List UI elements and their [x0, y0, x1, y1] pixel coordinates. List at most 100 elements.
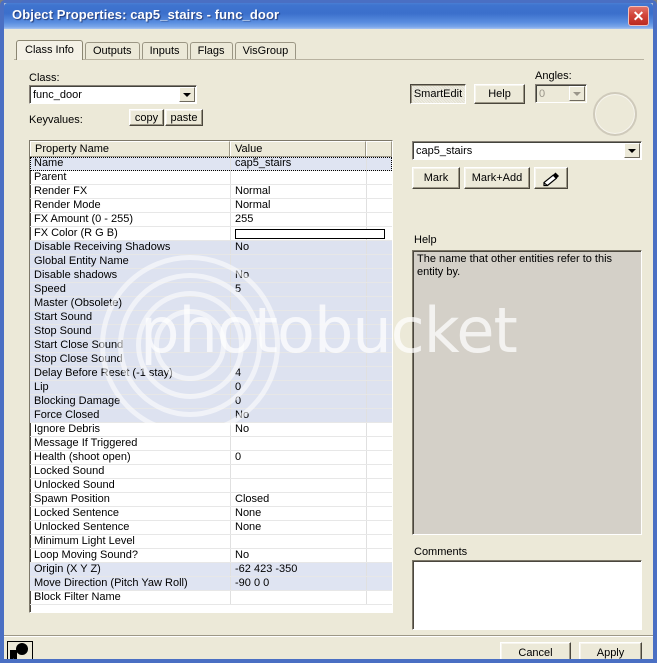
tab-visgroup[interactable]: VisGroup [234, 42, 297, 60]
column-divider [366, 283, 367, 296]
table-row[interactable]: Stop Sound [30, 325, 392, 339]
column-header-extra[interactable] [366, 141, 392, 156]
column-divider [230, 311, 231, 324]
column-divider [230, 577, 231, 590]
tab-underline [14, 59, 644, 60]
column-divider [230, 297, 231, 310]
table-row[interactable]: Render FX Normal [30, 185, 392, 199]
column-divider [366, 367, 367, 380]
property-grid-header: Property Name Value [30, 141, 392, 157]
table-row[interactable]: Message If Triggered [30, 437, 392, 451]
table-row[interactable]: Unlocked Sound [30, 479, 392, 493]
column-divider [366, 255, 367, 268]
smartedit-button[interactable]: SmartEdit [410, 84, 466, 104]
table-row[interactable]: Start Close Sound [30, 339, 392, 353]
angles-combo[interactable]: 0 [535, 84, 587, 103]
keyvalues-label: Keyvalues: [29, 114, 83, 126]
property-value-cell: 5 [235, 283, 242, 295]
table-row[interactable]: FX Amount (0 - 255) 255 [30, 213, 392, 227]
resize-grip-icon[interactable] [7, 641, 33, 659]
property-name-cell: Stop Sound [34, 325, 92, 337]
property-name-cell: Block Filter Name [34, 591, 121, 603]
table-row[interactable]: Delay Before Reset (-1 stay) 4 [30, 367, 392, 381]
mark-add-button[interactable]: Mark+Add [464, 167, 530, 189]
column-divider [366, 577, 367, 590]
table-row[interactable]: FX Color (R G B) [30, 227, 392, 241]
table-row[interactable]: Force Closed No [30, 409, 392, 423]
mark-button[interactable]: Mark [412, 167, 460, 189]
table-row[interactable]: Ignore Debris No [30, 423, 392, 437]
column-header-value[interactable]: Value [230, 141, 366, 156]
table-row[interactable]: Name cap5_stairs [30, 157, 392, 171]
table-row[interactable]: Minimum Light Level [30, 535, 392, 549]
column-divider [366, 171, 367, 184]
angle-dial[interactable] [593, 92, 637, 136]
apply-button[interactable]: Apply [579, 642, 642, 659]
column-divider [366, 451, 367, 464]
table-row[interactable]: Unlocked Sentence None [30, 521, 392, 535]
chevron-down-icon[interactable] [569, 86, 585, 101]
column-divider [230, 409, 231, 422]
tab-outputs[interactable]: Outputs [84, 42, 140, 60]
column-divider [230, 199, 231, 212]
property-name-cell: Start Close Sound [34, 339, 124, 351]
dialog-client-area: Class Info Outputs Inputs Flags VisGroup… [4, 29, 653, 659]
table-row[interactable]: Disable Receiving Shadows No [30, 241, 392, 255]
eyedropper-button[interactable] [534, 167, 568, 189]
paste-button[interactable]: paste [165, 109, 203, 126]
property-value-cell: No [235, 409, 250, 421]
property-name-cell: Loop Moving Sound? [34, 549, 138, 561]
object-properties-window: Object Properties: cap5_stairs - func_do… [0, 0, 657, 663]
table-row[interactable]: Parent [30, 171, 392, 185]
chevron-down-icon[interactable] [179, 87, 195, 102]
table-row[interactable]: Lip 0 [30, 381, 392, 395]
tab-class-info[interactable]: Class Info [16, 40, 83, 60]
tab-flags[interactable]: Flags [189, 42, 233, 60]
window-title: Object Properties: cap5_stairs - func_do… [12, 7, 280, 22]
property-value-cell: None [235, 521, 262, 533]
color-swatch[interactable] [235, 229, 385, 239]
column-header-property-name[interactable]: Property Name [30, 141, 230, 156]
property-grid[interactable]: Property Name Value Name cap5_stairs Paren… [29, 140, 393, 613]
column-divider [366, 157, 367, 170]
cancel-button[interactable]: Cancel [500, 642, 571, 659]
comments-input[interactable] [412, 560, 642, 630]
table-row[interactable]: Locked Sentence None [30, 507, 392, 521]
chevron-down-icon[interactable] [624, 143, 640, 158]
table-row[interactable]: Loop Moving Sound? No [30, 549, 392, 563]
help-button[interactable]: Help [474, 84, 525, 104]
tab-inputs[interactable]: Inputs [141, 42, 188, 60]
column-divider [230, 255, 231, 268]
table-row[interactable]: Master (Obsolete) [30, 297, 392, 311]
copy-button[interactable]: copy [129, 109, 164, 126]
class-combo[interactable]: func_door [29, 85, 197, 104]
column-divider [230, 395, 231, 408]
table-row[interactable]: Block Filter Name [30, 591, 392, 605]
close-button[interactable]: ✕ [628, 6, 649, 26]
table-row[interactable]: Blocking Damage 0 [30, 395, 392, 409]
table-row[interactable]: Stop Close Sound [30, 353, 392, 367]
table-row[interactable]: Locked Sound [30, 465, 392, 479]
value-combo[interactable]: cap5_stairs [412, 141, 642, 160]
table-row[interactable]: Speed 5 [30, 283, 392, 297]
close-icon: ✕ [632, 8, 645, 24]
property-name-cell: Minimum Light Level [34, 535, 135, 547]
property-name-cell: FX Color (R G B) [34, 227, 118, 239]
tab-strip: Class Info Outputs Inputs Flags VisGroup [16, 40, 297, 60]
table-row[interactable]: Render Mode Normal [30, 199, 392, 213]
table-row[interactable]: Health (shoot open) 0 [30, 451, 392, 465]
column-divider [366, 549, 367, 562]
property-value-cell: -62 423 -350 [235, 563, 298, 575]
column-divider [366, 199, 367, 212]
property-name-cell: Global Entity Name [34, 255, 129, 267]
table-row[interactable]: Move Direction (Pitch Yaw Roll) -90 0 0 [30, 577, 392, 591]
column-divider [366, 437, 367, 450]
table-row[interactable]: Global Entity Name [30, 255, 392, 269]
table-row[interactable]: Start Sound [30, 311, 392, 325]
table-row[interactable]: Origin (X Y Z) -62 423 -350 [30, 563, 392, 577]
table-row[interactable]: Disable shadows No [30, 269, 392, 283]
title-bar[interactable]: Object Properties: cap5_stairs - func_do… [4, 3, 653, 29]
table-row[interactable]: Spawn Position Closed [30, 493, 392, 507]
property-value-cell: -90 0 0 [235, 577, 270, 589]
logo-shape-icon [10, 643, 28, 659]
